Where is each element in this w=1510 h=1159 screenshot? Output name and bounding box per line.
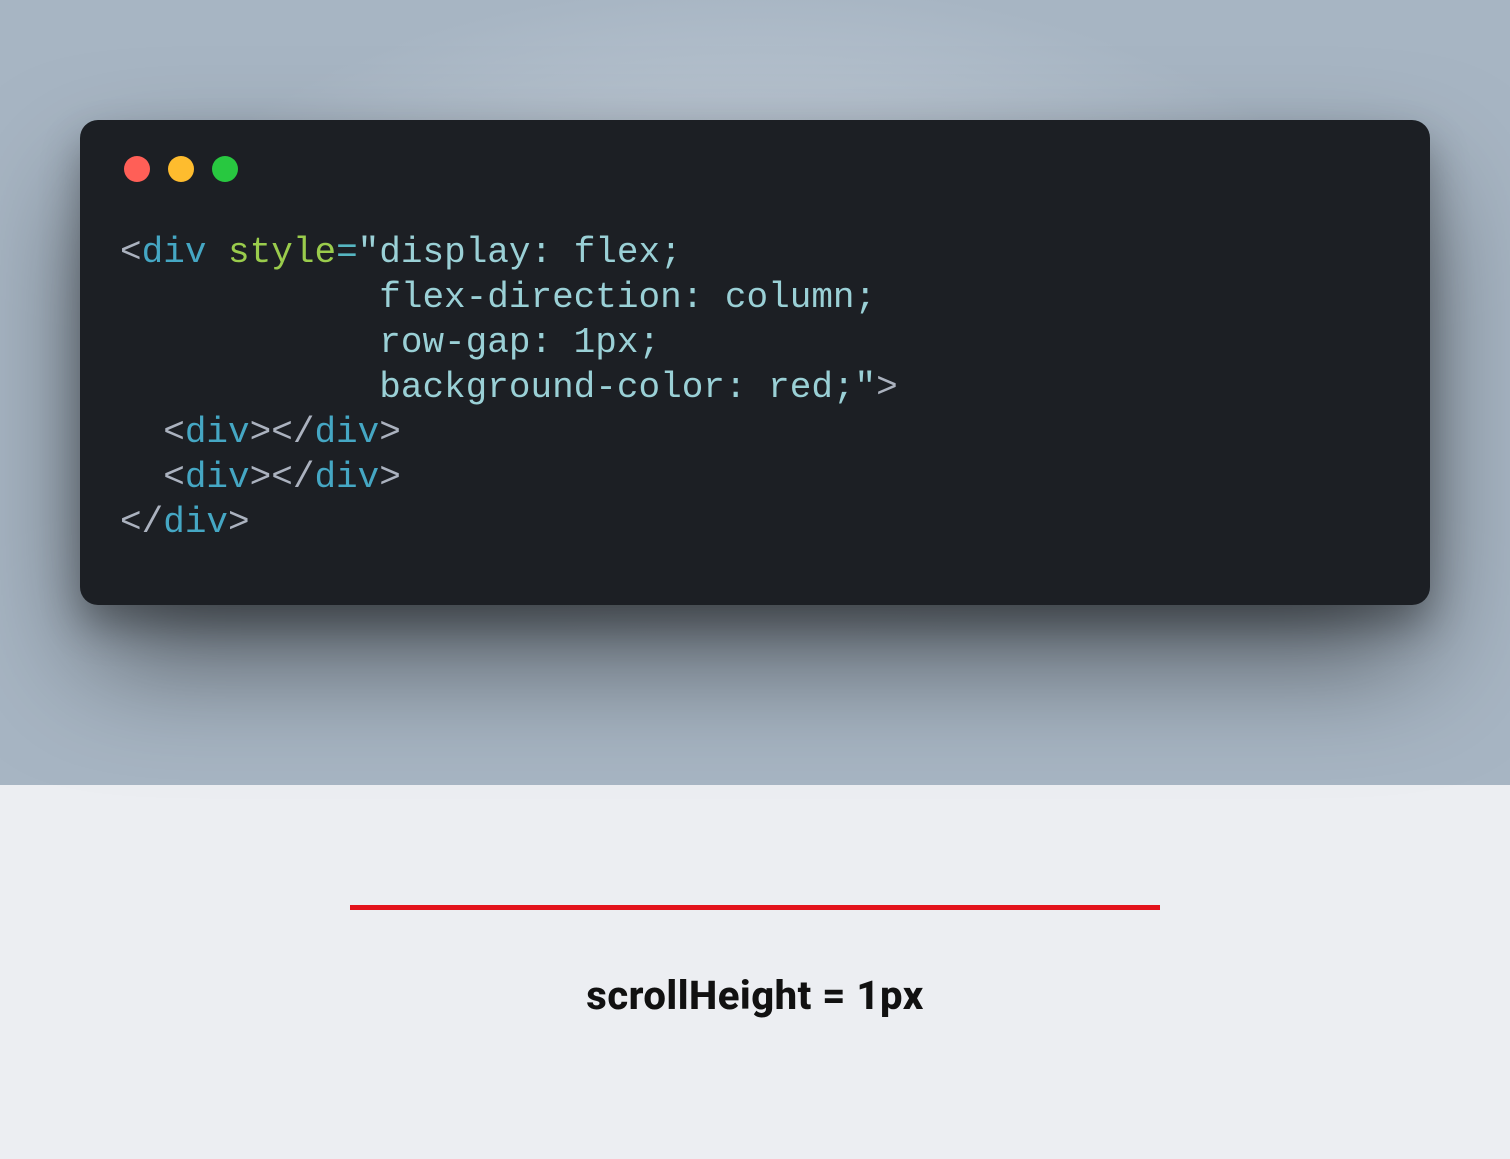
zoom-icon (212, 156, 238, 182)
window-controls (120, 156, 1390, 182)
code-token: div (185, 412, 250, 453)
code-token: > (876, 367, 898, 408)
code-token: < (120, 232, 142, 273)
code-token: row-gap: 1px; (120, 322, 660, 363)
code-token: = (336, 232, 358, 273)
code-token: div (142, 232, 207, 273)
code-block: <div style="display: flex; flex-directio… (120, 230, 1390, 545)
scroll-height-caption: scrollHeight = 1px (586, 972, 923, 1019)
code-token: </ (120, 502, 163, 543)
code-token: "display: flex; (358, 232, 682, 273)
code-token: ></ (250, 457, 315, 498)
minimize-icon (168, 156, 194, 182)
close-icon (124, 156, 150, 182)
code-token (120, 412, 163, 453)
code-token: div (185, 457, 250, 498)
code-token: div (163, 502, 228, 543)
code-token: > (379, 412, 401, 453)
code-token: div (314, 412, 379, 453)
code-token: < (163, 412, 185, 453)
code-token: ></ (250, 412, 315, 453)
code-token (120, 457, 163, 498)
code-token: background-color: red;" (120, 367, 876, 408)
code-token: div (314, 457, 379, 498)
code-panel: <div style="display: flex; flex-directio… (0, 0, 1510, 785)
result-panel: scrollHeight = 1px (0, 785, 1510, 1159)
code-token: > (228, 502, 250, 543)
code-token: < (163, 457, 185, 498)
code-token: style (228, 232, 336, 273)
code-window: <div style="display: flex; flex-directio… (80, 120, 1430, 605)
code-token: flex-direction: column; (120, 277, 876, 318)
code-token: > (379, 457, 401, 498)
code-token (206, 232, 228, 273)
rendered-output-bar (350, 905, 1160, 910)
